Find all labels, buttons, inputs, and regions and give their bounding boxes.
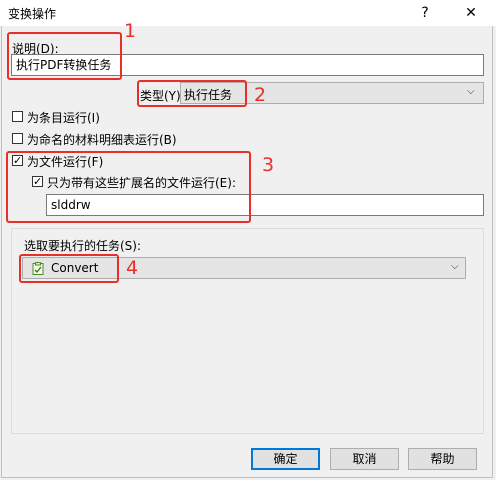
run-for-item-label: 为条目运行(I) [27, 111, 100, 125]
run-for-bom-checkbox[interactable] [12, 133, 23, 144]
chevron-down-icon: ⌵ [451, 261, 459, 272]
chevron-down-icon: ⌵ [467, 86, 475, 97]
run-for-item-checkbox[interactable] [12, 111, 23, 122]
task-label: 选取要执行的任务(S): [24, 239, 142, 253]
annotation-box-3 [6, 151, 251, 223]
run-for-bom-label: 为命名的材料明细表运行(B) [27, 133, 177, 147]
close-icon[interactable]: ✕ [448, 0, 494, 26]
help-button[interactable]: 帮助 [408, 448, 477, 470]
annotation-number-3: 3 [262, 154, 275, 176]
annotation-number-1: 1 [124, 20, 137, 42]
annotation-box-2 [137, 80, 247, 107]
annotation-number-2: 2 [254, 84, 267, 106]
window-title: 变换操作 [8, 7, 57, 21]
annotation-box-1 [7, 32, 122, 80]
annotation-box-4 [19, 254, 119, 283]
ok-button[interactable]: 确定 [251, 448, 320, 470]
annotation-number-4: 4 [126, 257, 139, 279]
help-icon[interactable]: ? [402, 0, 448, 26]
cancel-button[interactable]: 取消 [330, 448, 399, 470]
